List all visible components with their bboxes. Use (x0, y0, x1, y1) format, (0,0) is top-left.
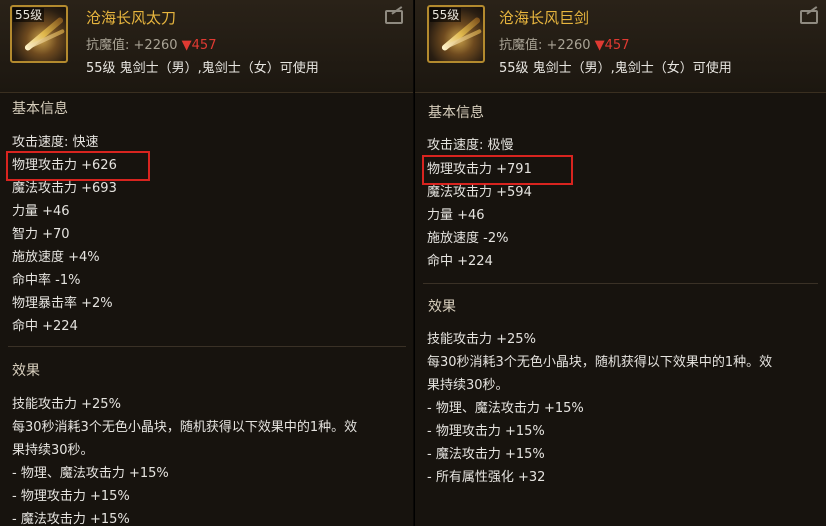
resist-row: 抗魔值: +2260 ▼457 (499, 34, 629, 53)
resist-value: +2260 (133, 38, 178, 53)
effect-line: 果持续30秒。 (427, 378, 509, 393)
stat-hit-rate: 命中率 -1% (12, 273, 81, 288)
effect-line: 技能攻击力 +25% (12, 397, 121, 412)
resist-value: +2260 (546, 38, 591, 53)
item-name: 沧海长风巨剑 (499, 9, 590, 27)
effect-line: 每30秒消耗3个无色小晶块，随机获得以下效果中的1种。效 (12, 420, 358, 435)
effect-line: - 魔法攻击力 +15% (12, 512, 130, 526)
stat-intelligence: 智力 +70 (12, 227, 70, 242)
item-tooltip-right: 55级 沧海长风巨剑 抗魔值: +2260 ▼457 55级 鬼剑士（男）,鬼剑… (415, 0, 826, 526)
basic-info-title: 基本信息 (12, 101, 68, 117)
stat-strength: 力量 +46 (12, 204, 70, 219)
resist-diff: ▼457 (181, 38, 217, 53)
class-requirement: 55级 鬼剑士（男）,鬼剑士（女）可使用 (499, 61, 732, 76)
stat-cast-speed: 施放速度 -2% (427, 231, 509, 246)
effect-line: - 物理攻击力 +15% (427, 424, 545, 439)
effect-line: - 物理、魔法攻击力 +15% (427, 401, 584, 416)
stat-physical-attack: 物理攻击力 +791 (427, 162, 532, 177)
effect-line: 技能攻击力 +25% (427, 332, 536, 347)
resist-row: 抗魔值: +2260 ▼457 (86, 34, 216, 53)
resist-diff: ▼457 (594, 38, 630, 53)
item-name: 沧海长风太刀 (86, 9, 177, 27)
divider (423, 283, 818, 284)
item-tooltip-left: 55级 沧海长风太刀 抗魔值: +2260 ▼457 55级 鬼剑士（男）,鬼剑… (0, 0, 414, 526)
compare-icon[interactable] (385, 10, 403, 24)
stat-crit-rate: 物理暴击率 +2% (12, 296, 113, 311)
level-badge: 55级 (430, 8, 462, 22)
effect-title: 效果 (12, 363, 40, 379)
resist-label: 抗魔值: (499, 38, 543, 53)
stat-attack-speed: 攻击速度: 极慢 (427, 138, 514, 153)
effect-line: - 物理、魔法攻击力 +15% (12, 466, 169, 481)
stat-attack-speed: 攻击速度: 快速 (12, 135, 99, 150)
effect-line: - 物理攻击力 +15% (12, 489, 130, 504)
sword-icon[interactable]: 55级 (427, 5, 485, 63)
effect-line: - 魔法攻击力 +15% (427, 447, 545, 462)
effect-line: 果持续30秒。 (12, 443, 94, 458)
stat-strength: 力量 +46 (427, 208, 485, 223)
basic-info-title: 基本信息 (428, 105, 484, 121)
effect-line: 每30秒消耗3个无色小晶块，随机获得以下效果中的1种。效 (427, 355, 773, 370)
resist-label: 抗魔值: (86, 38, 130, 53)
sword-icon[interactable]: 55级 (10, 5, 68, 63)
level-badge: 55级 (13, 8, 45, 22)
class-requirement: 55级 鬼剑士（男）,鬼剑士（女）可使用 (86, 61, 319, 76)
stat-magic-attack: 魔法攻击力 +693 (12, 181, 117, 196)
stat-magic-attack: 魔法攻击力 +594 (427, 185, 532, 200)
effect-line: - 所有属性强化 +32 (427, 470, 546, 485)
divider (8, 346, 406, 347)
stat-hit: 命中 +224 (12, 319, 78, 334)
stat-physical-attack: 物理攻击力 +626 (12, 158, 117, 173)
effect-title: 效果 (428, 299, 456, 315)
stat-hit: 命中 +224 (427, 254, 493, 269)
stat-cast-speed: 施放速度 +4% (12, 250, 100, 265)
compare-icon[interactable] (800, 10, 818, 24)
